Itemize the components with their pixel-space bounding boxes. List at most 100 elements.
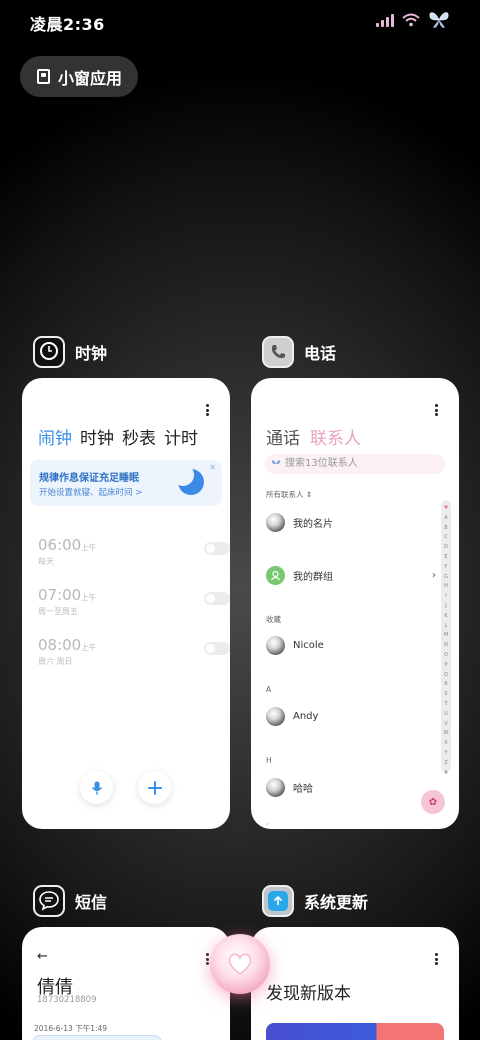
sort-icon: ⇕ <box>305 490 313 499</box>
tab-alarm[interactable]: 闹钟 <box>38 424 72 449</box>
sleep-banner[interactable]: 规律作息保证充足睡眠 开始设置就寝、起床时间 > ✕ <box>30 460 222 506</box>
contact-row[interactable]: Nicole <box>266 633 324 657</box>
update-app-card[interactable]: 发现新版本 <box>251 927 459 1040</box>
more-icon[interactable] <box>435 953 439 967</box>
phone-app-name: 电话 <box>304 344 337 363</box>
index-letter[interactable]: J <box>445 602 446 612</box>
contact-name: 哈哈 <box>293 783 313 795</box>
add-alarm-button[interactable] <box>138 771 171 804</box>
sms-app-card[interactable]: ← 倩倩 18730218809 2016-6-13 下午1:49 <box>22 927 230 1040</box>
clock-tabs: 闹钟 时钟 秒表 计时 <box>38 424 198 449</box>
index-letter[interactable]: P <box>444 661 447 671</box>
contact-row[interactable]: 哈哈 <box>266 775 313 799</box>
sms-contact-number: 18730218809 <box>37 995 97 1005</box>
tab-calls[interactable]: 通话 <box>266 424 300 449</box>
flower-icon: ✿ <box>428 796 438 808</box>
wifi-icon <box>402 13 420 27</box>
mini-window-icon <box>37 69 50 84</box>
contact-row[interactable]: Andy <box>266 704 318 728</box>
alarm-time: 08:00 <box>38 636 82 654</box>
sms-date: 2016-6-13 下午1:49 <box>34 1024 108 1033</box>
section-header: H <box>266 756 272 765</box>
alarm-period: 上午 <box>81 543 96 552</box>
mic-icon <box>91 781 102 794</box>
index-letter[interactable]: G <box>444 573 448 583</box>
index-letter[interactable]: T <box>444 700 447 710</box>
index-letter[interactable]: Z <box>444 759 447 769</box>
index-letter[interactable]: Q <box>444 671 448 681</box>
my-card-row[interactable]: 我的名片 <box>266 510 333 534</box>
section-header: 收藏 <box>266 615 281 624</box>
alarm-item[interactable]: 08:00 上午 周六 周日 <box>38 636 230 676</box>
phone-app-card[interactable]: 通话 联系人 搜索13位联系人 所有联系人 ⇕ 我的名片 我的群组 › 收藏 N… <box>251 378 459 829</box>
index-letter[interactable]: # <box>444 769 448 779</box>
more-icon[interactable] <box>435 404 439 418</box>
index-letter[interactable]: W <box>444 729 449 739</box>
index-letter[interactable]: X <box>444 739 447 749</box>
index-letter[interactable]: I <box>445 592 446 602</box>
tab-clock[interactable]: 时钟 <box>80 424 114 449</box>
clock-app-name: 时钟 <box>75 344 108 363</box>
alarm-toggle[interactable] <box>204 542 230 555</box>
index-letter[interactable]: S <box>444 690 447 700</box>
alarm-item[interactable]: 07:00 上午 周一至周五 <box>38 586 230 626</box>
sms-app-name: 短信 <box>75 893 108 912</box>
alarm-time: 06:00 <box>38 536 82 554</box>
index-letter[interactable]: H <box>444 582 448 592</box>
floating-ball[interactable] <box>210 934 270 994</box>
index-letter[interactable]: N <box>444 641 448 651</box>
all-contacts-filter[interactable]: 所有联系人 ⇕ <box>266 489 312 500</box>
alarm-item[interactable]: 06:00 上午 每天 <box>38 536 230 576</box>
clock-app-header[interactable]: 时钟 <box>33 336 107 368</box>
index-letter[interactable]: B <box>444 524 447 534</box>
my-groups-label: 我的群组 <box>293 571 333 583</box>
avatar <box>266 777 285 797</box>
index-letter[interactable]: C <box>444 533 448 543</box>
tab-contacts[interactable]: 联系人 <box>310 424 361 449</box>
sms-app-header[interactable]: 短信 <box>33 885 107 917</box>
index-letter[interactable]: A <box>444 514 447 524</box>
section-header: A <box>266 685 272 694</box>
index-letter[interactable]: O <box>444 651 448 661</box>
voice-button[interactable] <box>80 771 113 804</box>
butterfly-icon <box>428 11 450 29</box>
index-letter[interactable]: V <box>444 720 447 730</box>
index-letter[interactable]: E <box>444 553 447 563</box>
alarm-repeat: 每天 <box>38 557 54 566</box>
alarm-toggle[interactable] <box>204 642 230 655</box>
index-letter[interactable]: R <box>444 680 447 690</box>
my-card-label: 我的名片 <box>293 518 333 530</box>
index-letter[interactable]: ♥ <box>444 504 448 514</box>
plus-icon <box>147 780 162 795</box>
back-arrow-icon[interactable]: ← <box>37 949 48 964</box>
index-letter[interactable]: K <box>444 612 447 622</box>
contact-name: Nicole <box>293 639 324 651</box>
favorite-button[interactable]: ✿ <box>421 790 445 814</box>
group-icon <box>266 565 285 585</box>
index-letter[interactable]: Y <box>444 749 447 759</box>
update-app-name: 系统更新 <box>304 893 369 912</box>
message-bubble[interactable] <box>32 1035 162 1040</box>
avatar <box>266 512 285 532</box>
index-letter[interactable]: M <box>444 631 448 641</box>
status-icons <box>376 11 450 29</box>
index-letter[interactable]: F <box>445 563 448 573</box>
mini-window-button[interactable]: 小窗应用 <box>20 56 138 97</box>
phone-app-header[interactable]: 电话 <box>262 336 336 368</box>
clock-app-card[interactable]: 闹钟 时钟 秒表 计时 规律作息保证充足睡眠 开始设置就寝、起床时间 > ✕ 0… <box>22 378 230 829</box>
sms-app-icon <box>33 885 65 917</box>
close-icon[interactable]: ✕ <box>209 463 216 472</box>
index-letter[interactable]: U <box>444 710 448 720</box>
contact-name: Andy <box>293 710 319 722</box>
index-letter[interactable]: D <box>444 543 448 553</box>
update-app-header[interactable]: 系统更新 <box>262 885 368 917</box>
index-letter[interactable]: L <box>445 622 448 632</box>
more-icon[interactable] <box>206 404 210 418</box>
my-groups-row[interactable]: 我的群组 › <box>266 563 436 587</box>
tab-stopwatch[interactable]: 秒表 <box>122 424 156 449</box>
alphabet-index[interactable]: ♥ A B C D E F G H I J K L M N O P Q R S T U V W X Y Z # <box>441 500 451 776</box>
alarm-toggle[interactable] <box>204 592 230 605</box>
chevron-right-icon: › <box>432 569 436 581</box>
tab-timer[interactable]: 计时 <box>164 424 198 449</box>
contact-search-input[interactable]: 搜索13位联系人 <box>265 454 445 474</box>
